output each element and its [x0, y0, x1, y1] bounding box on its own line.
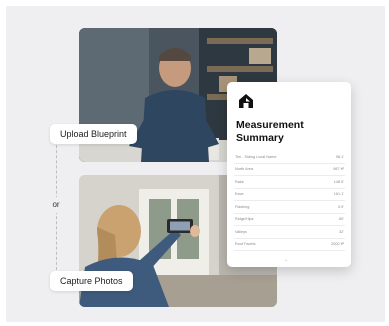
measurement-label: Rake [235, 179, 244, 184]
measurement-list: Tim - Siding Local Name 98.1' North Area 98… [234, 151, 345, 251]
measurement-value: 98.1' [335, 154, 344, 159]
measurement-label: Ridge/Hips [235, 217, 254, 222]
measurement-row: Eave 161.1' [234, 189, 345, 201]
chevron-down-icon[interactable]: ⌄ [284, 257, 288, 263]
measurement-label: Tim - Siding Local Name [235, 154, 277, 159]
measurement-value: 148.5' [333, 179, 344, 184]
upload-blueprint-button[interactable]: Upload Blueprint [50, 124, 137, 144]
measurement-value: 987 ft² [333, 167, 344, 172]
house-logo-icon [238, 93, 254, 109]
measurement-row: Roof Facets 2000 ft² [234, 239, 345, 251]
measurement-summary-card: Measurement Summary Tim - Siding Local N… [227, 82, 351, 267]
measurement-value: 0.9' [337, 204, 344, 209]
measurement-value: 2000 ft² [331, 242, 344, 247]
measurement-label: North Area [235, 167, 254, 172]
measurement-value: 32' [339, 229, 344, 234]
measurement-row: Valleys 32' [234, 226, 345, 239]
measurement-row: Rake 148.5' [234, 176, 345, 189]
measurement-row: North Area 987 ft² [234, 164, 345, 176]
measurement-label: Eave [235, 192, 244, 197]
measurement-value: 60' [339, 217, 344, 222]
measurement-value: 161.1' [333, 192, 344, 197]
measurement-label: Valleys [235, 229, 247, 234]
measurement-label: Roof Facets [235, 242, 256, 247]
card-title: Measurement Summary [236, 119, 304, 144]
capture-photos-button[interactable]: Capture Photos [50, 271, 133, 291]
measurement-row: Ridge/Hips 60' [234, 214, 345, 226]
measurement-label: Flashing [235, 204, 250, 209]
or-separator: or [48, 197, 64, 213]
measurement-row: Tim - Siding Local Name 98.1' [234, 151, 345, 164]
measurement-row: Flashing 0.9' [234, 201, 345, 214]
